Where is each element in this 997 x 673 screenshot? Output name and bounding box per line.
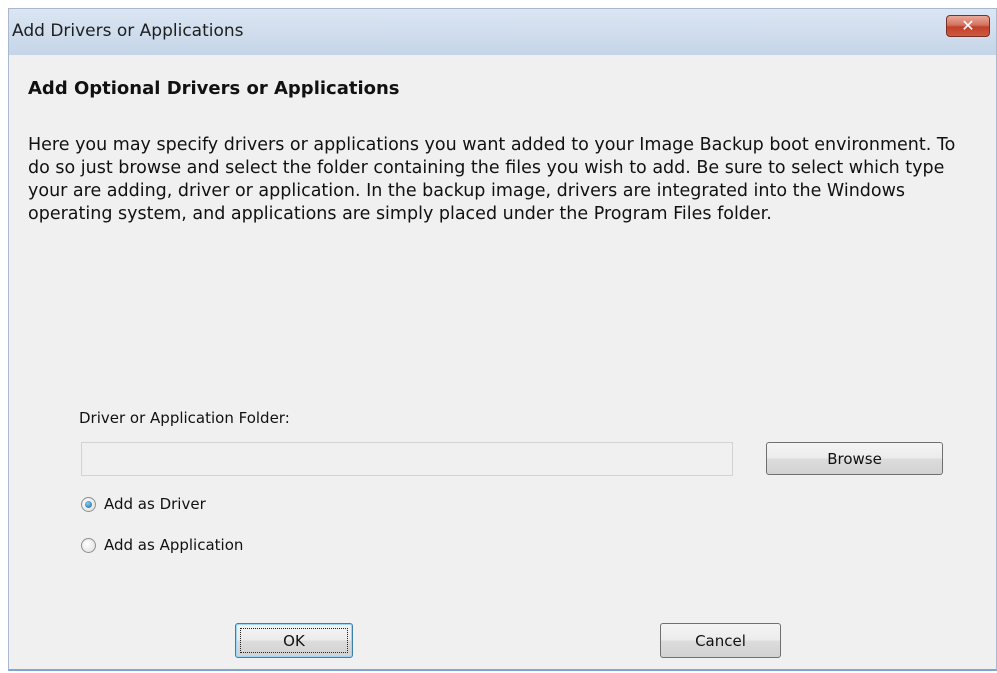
page-title: Add Optional Drivers or Applications — [28, 78, 400, 99]
ok-button-label: OK — [283, 631, 305, 650]
dialog-content: Add Optional Drivers or Applications Her… — [9, 55, 996, 669]
close-button[interactable]: ✕ — [946, 15, 990, 37]
close-icon: ✕ — [961, 16, 975, 35]
window-title: Add Drivers or Applications — [12, 21, 244, 41]
dialog-window: Add Drivers or Applications ✕ Add Option… — [8, 8, 997, 671]
driver-radio-button[interactable] — [81, 496, 96, 512]
browse-button[interactable]: Browse — [766, 442, 943, 475]
application-radio-button[interactable] — [81, 537, 96, 553]
add-as-driver-option[interactable]: Add as Driver — [81, 495, 206, 513]
ok-button[interactable]: OK — [235, 623, 353, 658]
folder-label: Driver or Application Folder: — [79, 409, 290, 427]
application-radio-label: Add as Application — [104, 536, 244, 554]
driver-radio-label: Add as Driver — [104, 495, 206, 513]
add-as-application-option[interactable]: Add as Application — [81, 536, 243, 554]
cancel-button[interactable]: Cancel — [660, 623, 781, 658]
title-bar[interactable]: Add Drivers or Applications ✕ — [9, 9, 996, 55]
folder-path-input[interactable] — [81, 442, 733, 476]
description-text: Here you may specify drivers or applicat… — [28, 135, 956, 224]
